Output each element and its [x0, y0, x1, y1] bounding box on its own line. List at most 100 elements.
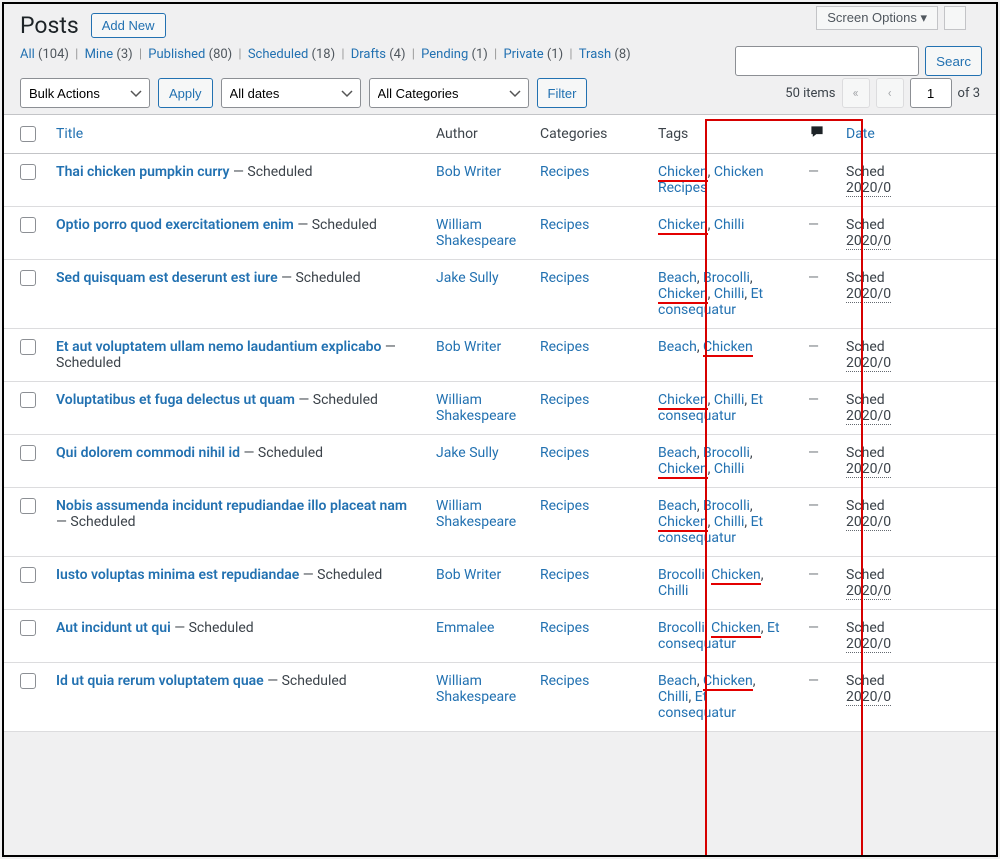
add-new-button[interactable]: Add New — [91, 13, 166, 38]
author-link[interactable]: William Shakespeare — [436, 673, 516, 705]
post-title-link[interactable]: Thai chicken pumpkin curry — [56, 164, 230, 180]
tag-link[interactable]: Beach — [658, 270, 697, 286]
tag-link[interactable]: Brocolli — [703, 270, 750, 286]
tag-link[interactable]: Chicken — [703, 339, 753, 357]
category-link[interactable]: Recipes — [540, 217, 589, 233]
column-comments[interactable] — [798, 115, 836, 154]
tag-link[interactable]: Chilli — [714, 514, 744, 530]
filter-link-trash[interactable]: Trash — [579, 47, 611, 62]
filter-link-published[interactable]: Published — [148, 47, 205, 62]
author-link[interactable]: William Shakespeare — [436, 498, 516, 530]
tag-link[interactable]: Chilli — [714, 392, 744, 408]
column-tags: Tags — [648, 115, 798, 154]
tag-link[interactable]: Brocolli — [703, 445, 750, 461]
prev-page-button[interactable]: ‹ — [876, 78, 904, 108]
filter-link-pending[interactable]: Pending — [421, 47, 468, 62]
tag-link[interactable]: Chicken — [658, 217, 708, 235]
category-link[interactable]: Recipes — [540, 620, 589, 636]
tag-link[interactable]: Chilli — [658, 583, 688, 599]
category-link[interactable]: Recipes — [540, 339, 589, 355]
post-title-link[interactable]: Iusto voluptas minima est repudiandae — [56, 567, 299, 583]
post-title-link[interactable]: Voluptatibus et fuga delectus ut quam — [56, 392, 295, 408]
row-checkbox[interactable] — [20, 339, 36, 355]
screen-options-button[interactable]: Screen Options ▾ — [816, 6, 938, 30]
apply-button[interactable]: Apply — [158, 78, 213, 108]
search-button[interactable]: Searc — [925, 46, 982, 76]
comment-icon — [808, 125, 826, 139]
row-checkbox[interactable] — [20, 567, 36, 583]
tag-link[interactable]: Chicken — [703, 673, 753, 691]
row-checkbox[interactable] — [20, 164, 36, 180]
category-link[interactable]: Recipes — [540, 392, 589, 408]
post-title-link[interactable]: Nobis assumenda incidunt repudiandae ill… — [56, 498, 407, 514]
dates-filter-select[interactable]: All dates — [221, 78, 361, 108]
categories-filter-select[interactable]: All Categories — [369, 78, 529, 108]
filter-link-all[interactable]: All — [20, 47, 35, 62]
author-link[interactable]: William Shakespeare — [436, 217, 516, 249]
category-link[interactable]: Recipes — [540, 673, 589, 689]
first-page-button[interactable]: « — [842, 78, 870, 108]
post-title-link[interactable]: Optio porro quod exercitationem enim — [56, 217, 294, 233]
row-checkbox[interactable] — [20, 445, 36, 461]
tag-link[interactable]: Chilli — [658, 689, 688, 705]
tag-link[interactable]: Chilli — [714, 286, 744, 302]
date-cell: Sched2020/0 — [836, 154, 996, 207]
tag-link[interactable]: Beach — [658, 445, 697, 461]
author-link[interactable]: Bob Writer — [436, 164, 501, 180]
search-input[interactable] — [735, 46, 919, 76]
tag-link[interactable]: Chilli — [714, 217, 744, 233]
author-link[interactable]: Bob Writer — [436, 567, 501, 583]
column-title[interactable]: Title — [56, 126, 83, 142]
filter-link-scheduled[interactable]: Scheduled — [248, 47, 308, 62]
bulk-actions-select[interactable]: Bulk Actions — [20, 78, 150, 108]
tag-link[interactable]: Chicken — [658, 461, 708, 479]
post-title-link[interactable]: Sed quisquam est deserunt est iure — [56, 270, 278, 286]
post-status: — Scheduled — [264, 673, 347, 689]
tag-link[interactable]: Beach — [658, 673, 697, 689]
select-all-checkbox[interactable] — [20, 126, 36, 142]
tags-cell: Beach, Brocolli, Chicken, Chilli — [648, 435, 798, 488]
author-link[interactable]: Bob Writer — [436, 339, 501, 355]
tag-link[interactable]: Brocolli — [703, 498, 750, 514]
author-link[interactable]: William Shakespeare — [436, 392, 516, 424]
post-title-link[interactable]: Id ut quia rerum voluptatem quae — [56, 673, 264, 689]
tags-cell: Beach, Chicken, Chilli, Et consequatur — [648, 663, 798, 732]
post-status: — Scheduled — [278, 270, 361, 286]
post-status: — Scheduled — [294, 217, 377, 233]
filter-link-drafts[interactable]: Drafts — [351, 47, 386, 62]
no-comments: — — [808, 392, 819, 408]
row-checkbox[interactable] — [20, 392, 36, 408]
author-link[interactable]: Jake Sully — [436, 270, 499, 286]
row-checkbox[interactable] — [20, 673, 36, 689]
post-title-link[interactable]: Qui dolorem commodi nihil id — [56, 445, 240, 461]
current-page-input[interactable] — [910, 78, 952, 108]
tag-link[interactable]: Beach — [658, 339, 697, 355]
tag-link[interactable]: Brocolli — [658, 620, 705, 636]
category-link[interactable]: Recipes — [540, 445, 589, 461]
row-checkbox[interactable] — [20, 620, 36, 636]
author-link[interactable]: Jake Sully — [436, 445, 499, 461]
column-date[interactable]: Date — [846, 126, 875, 142]
post-title-link[interactable]: Aut incidunt ut qui — [56, 620, 171, 636]
table-row: Iusto voluptas minima est repudiandae — … — [4, 557, 996, 610]
category-link[interactable]: Recipes — [540, 164, 589, 180]
filter-link-private[interactable]: Private — [503, 47, 543, 62]
post-status: — Scheduled — [230, 164, 313, 180]
post-title-link[interactable]: Et aut voluptatem ullam nemo laudantium … — [56, 339, 381, 355]
tag-link[interactable]: Chicken — [711, 567, 761, 585]
row-checkbox[interactable] — [20, 270, 36, 286]
row-checkbox[interactable] — [20, 498, 36, 514]
no-comments: — — [808, 498, 819, 514]
tag-link[interactable]: Chilli — [714, 461, 744, 477]
category-link[interactable]: Recipes — [540, 567, 589, 583]
category-link[interactable]: Recipes — [540, 498, 589, 514]
filter-button[interactable]: Filter — [537, 78, 588, 108]
category-link[interactable]: Recipes — [540, 270, 589, 286]
author-link[interactable]: Emmalee — [436, 620, 494, 636]
tag-link[interactable]: Brocolli — [658, 567, 705, 583]
no-comments: — — [808, 164, 819, 180]
row-checkbox[interactable] — [20, 217, 36, 233]
filter-link-mine[interactable]: Mine — [85, 47, 114, 62]
tag-link[interactable]: Beach — [658, 498, 697, 514]
help-button[interactable] — [944, 6, 966, 30]
